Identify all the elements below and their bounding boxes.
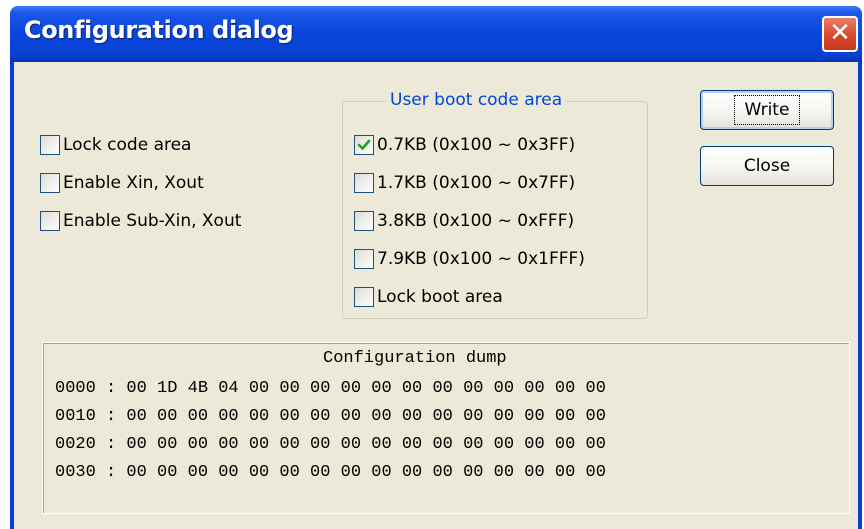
configuration-dump-title: Configuration dump [323, 349, 507, 368]
boot-3-8kb-label: 3.8KB (0x100 ~ 0xFFF) [377, 211, 575, 231]
dump-line: 0020 : 00 00 00 00 00 00 00 00 00 00 00 … [55, 435, 606, 454]
dump-line: 0010 : 00 00 00 00 00 00 00 00 00 00 00 … [55, 407, 606, 426]
lock-code-area-checkbox[interactable] [40, 135, 60, 155]
lock-code-area-option[interactable]: Lock code area [40, 133, 191, 157]
lock-boot-area-option[interactable]: Lock boot area [354, 285, 503, 309]
lock-code-area-label: Lock code area [63, 135, 192, 155]
boot-option-1-7kb[interactable]: 1.7KB (0x100 ~ 0x7FF) [354, 171, 575, 195]
close-window-button[interactable]: ✕ [822, 16, 858, 52]
boot-0-7kb-label: 0.7KB (0x100 ~ 0x3FF) [377, 135, 576, 155]
close-button-label: Close [743, 156, 791, 176]
checkmark-icon [357, 139, 371, 150]
close-icon: ✕ [829, 18, 851, 48]
lock-boot-area-label: Lock boot area [377, 287, 503, 307]
enable-sub-xin-xout-option[interactable]: Enable Sub-Xin, Xout [40, 209, 241, 233]
enable-xin-xout-checkbox[interactable] [40, 173, 60, 193]
boot-1-7kb-checkbox[interactable] [354, 173, 374, 193]
lock-boot-area-checkbox[interactable] [354, 287, 374, 307]
user-boot-code-area-title: User boot code area [386, 90, 567, 110]
boot-7-9kb-checkbox[interactable] [354, 249, 374, 269]
dump-line: 0000 : 00 1D 4B 04 00 00 00 00 00 00 00 … [55, 379, 606, 398]
boot-option-0-7kb[interactable]: 0.7KB (0x100 ~ 0x3FF) [354, 133, 575, 157]
title-bar[interactable]: Configuration dialog ✕ [10, 6, 862, 62]
boot-1-7kb-label: 1.7KB (0x100 ~ 0x7FF) [377, 173, 576, 193]
enable-sub-xin-xout-checkbox[interactable] [40, 211, 60, 231]
configuration-dialog-window: Configuration dialog ✕ Lock code area En… [10, 6, 862, 529]
close-button[interactable]: Close [700, 146, 834, 186]
boot-option-3-8kb[interactable]: 3.8KB (0x100 ~ 0xFFF) [354, 209, 574, 233]
boot-option-7-9kb[interactable]: 7.9KB (0x100 ~ 0x1FFF) [354, 247, 585, 271]
boot-3-8kb-checkbox[interactable] [354, 211, 374, 231]
enable-xin-xout-label: Enable Xin, Xout [63, 173, 204, 193]
enable-xin-xout-option[interactable]: Enable Xin, Xout [40, 171, 204, 195]
window-title: Configuration dialog [24, 16, 294, 44]
dump-line: 0030 : 00 00 00 00 00 00 00 00 00 00 00 … [55, 463, 606, 482]
configuration-dump-panel: Configuration dump 0000 : 00 1D 4B 04 00… [42, 342, 850, 514]
write-button[interactable]: Write [700, 90, 834, 130]
boot-7-9kb-label: 7.9KB (0x100 ~ 0x1FFF) [377, 249, 585, 269]
enable-sub-xin-xout-label: Enable Sub-Xin, Xout [63, 211, 242, 231]
boot-0-7kb-checkbox[interactable] [354, 135, 374, 155]
dialog-body: Lock code area Enable Xin, Xout Enable S… [14, 62, 858, 529]
write-button-label: Write [733, 95, 801, 125]
